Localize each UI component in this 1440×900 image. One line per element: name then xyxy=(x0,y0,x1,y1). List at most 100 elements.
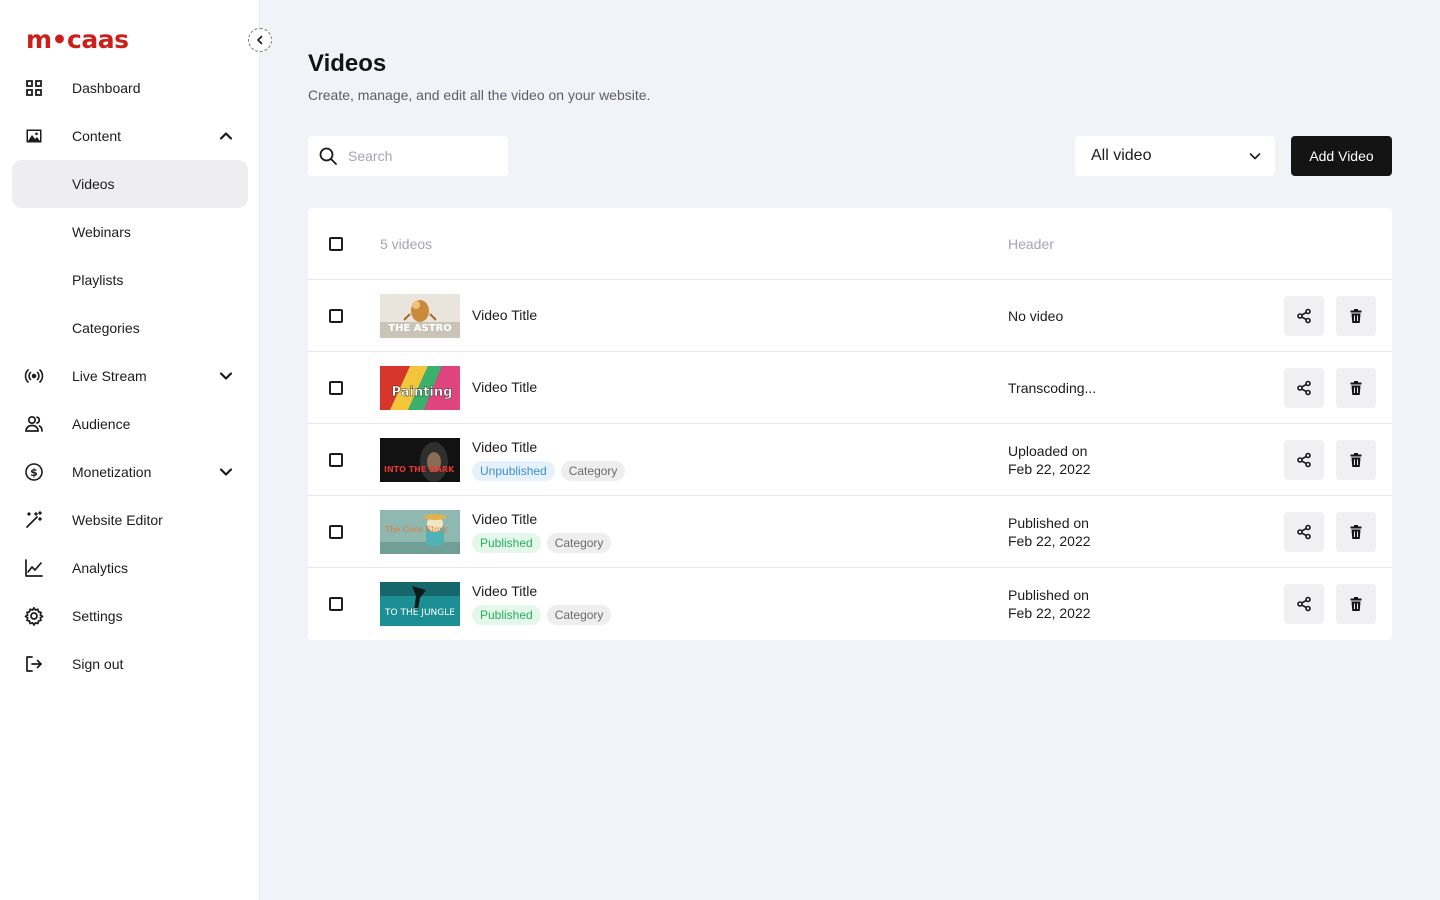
logo[interactable]: m•caas xyxy=(26,26,129,54)
chevron-left-icon xyxy=(255,35,265,45)
video-thumbnail[interactable]: THE ASTRO xyxy=(380,294,460,338)
search-icon xyxy=(318,146,338,166)
video-thumbnail[interactable]: The Coco Story xyxy=(380,510,460,554)
status-badge: Published xyxy=(472,533,541,553)
table-row[interactable]: INTO THE DARK Video Title Unpublished Ca… xyxy=(308,424,1392,496)
sidebar-item-label: Videos xyxy=(72,176,115,192)
video-status: No video xyxy=(1008,308,1064,324)
row-checkbox[interactable] xyxy=(329,597,343,611)
sidebar-item-content[interactable]: Content xyxy=(12,112,248,160)
delete-button[interactable] xyxy=(1336,512,1376,552)
delete-button[interactable] xyxy=(1336,296,1376,336)
thumbnail-text: Painting xyxy=(392,385,453,400)
video-title[interactable]: Video Title xyxy=(472,439,537,455)
share-button[interactable] xyxy=(1284,512,1324,552)
sidebar-item-label: Website Editor xyxy=(72,512,163,528)
video-count: 5 videos xyxy=(380,236,433,252)
row-checkbox[interactable] xyxy=(329,525,343,539)
status-label: Published on xyxy=(1008,587,1089,603)
sidebar-item-live-stream[interactable]: Live Stream xyxy=(12,352,248,400)
sidebar-item-label: Categories xyxy=(72,320,140,336)
category-badge: Category xyxy=(546,533,612,553)
trash-icon xyxy=(1348,452,1364,468)
sidebar-item-label: Live Stream xyxy=(72,368,147,384)
chevron-down-icon[interactable] xyxy=(216,462,236,482)
video-filter-select[interactable]: All video xyxy=(1075,136,1275,176)
row-checkbox[interactable] xyxy=(329,381,343,395)
sidebar-item-analytics[interactable]: Analytics xyxy=(12,544,248,592)
grid-icon xyxy=(24,78,44,98)
magic-wand-icon xyxy=(24,510,44,530)
status-date: Feb 22, 2022 xyxy=(1008,533,1091,549)
sidebar-item-sign-out[interactable]: Sign out xyxy=(12,640,248,688)
thumbnail-text: THE ASTRO xyxy=(388,323,451,334)
select-all-checkbox[interactable] xyxy=(329,237,343,251)
thumbnail-text: The Coco Story xyxy=(385,525,448,534)
sidebar-item-audience[interactable]: Audience xyxy=(12,400,248,448)
thumbnail-text: TO THE JUNGLE xyxy=(384,608,455,618)
sidebar-item-playlists[interactable]: Playlists xyxy=(12,256,248,304)
sidebar-item-label: Audience xyxy=(72,416,131,432)
video-thumbnail[interactable]: Painting xyxy=(380,366,460,410)
trash-icon xyxy=(1348,596,1364,612)
sidebar-item-label: Dashboard xyxy=(72,80,141,96)
video-thumbnail[interactable]: TO THE JUNGLE xyxy=(380,582,460,626)
chevron-down-icon xyxy=(1247,148,1263,164)
dollar-circle-icon: $ xyxy=(24,462,44,482)
video-title[interactable]: Video Title xyxy=(472,379,537,395)
delete-button[interactable] xyxy=(1336,368,1376,408)
sidebar-item-label: Webinars xyxy=(72,224,131,240)
sign-out-icon xyxy=(24,654,44,674)
chevron-up-icon[interactable] xyxy=(216,126,236,146)
page-subtitle: Create, manage, and edit all the video o… xyxy=(308,87,651,103)
trash-icon xyxy=(1348,308,1364,324)
video-status: Published on Feb 22, 2022 xyxy=(1008,514,1091,550)
share-button[interactable] xyxy=(1284,296,1324,336)
share-button[interactable] xyxy=(1284,440,1324,480)
image-icon xyxy=(24,126,44,146)
sidebar-item-dashboard[interactable]: Dashboard xyxy=(12,64,248,112)
table-row[interactable]: Painting Video Title Transcoding... xyxy=(308,352,1392,424)
sidebar-item-monetization[interactable]: $ Monetization xyxy=(12,448,248,496)
row-checkbox[interactable] xyxy=(329,453,343,467)
sidebar-item-webinars[interactable]: Webinars xyxy=(12,208,248,256)
sidebar-item-settings[interactable]: Settings xyxy=(12,592,248,640)
video-tags: Unpublished Category xyxy=(472,461,626,481)
table-row[interactable]: The Coco Story Video Title Published Cat… xyxy=(308,496,1392,568)
video-status: Published on Feb 22, 2022 xyxy=(1008,586,1091,622)
share-icon xyxy=(1296,308,1312,324)
sidebar-item-label: Settings xyxy=(72,608,123,624)
search-input[interactable] xyxy=(348,136,498,176)
sidebar-item-videos[interactable]: Videos xyxy=(12,160,248,208)
video-title[interactable]: Video Title xyxy=(472,307,537,323)
collapse-sidebar-button[interactable] xyxy=(248,28,272,52)
video-thumbnail[interactable]: INTO THE DARK xyxy=(380,438,460,482)
video-tags: Published Category xyxy=(472,533,612,553)
sidebar: m•caas Dashboard Content Videos Webinars… xyxy=(0,0,260,900)
video-title[interactable]: Video Title xyxy=(472,511,537,527)
chevron-down-icon[interactable] xyxy=(216,366,236,386)
category-badge: Category xyxy=(546,605,612,625)
delete-button[interactable] xyxy=(1336,584,1376,624)
status-label: Published on xyxy=(1008,515,1089,531)
sidebar-item-categories[interactable]: Categories xyxy=(12,304,248,352)
column-header: Header xyxy=(1008,236,1054,252)
row-checkbox[interactable] xyxy=(329,309,343,323)
add-video-button[interactable]: Add Video xyxy=(1291,136,1392,176)
share-button[interactable] xyxy=(1284,584,1324,624)
table-header: 5 videos Header xyxy=(308,208,1392,280)
search-box xyxy=(308,136,508,176)
trash-icon xyxy=(1348,380,1364,396)
status-badge: Published xyxy=(472,605,541,625)
video-title[interactable]: Video Title xyxy=(472,583,537,599)
delete-button[interactable] xyxy=(1336,440,1376,480)
sidebar-item-label: Content xyxy=(72,128,122,144)
share-button[interactable] xyxy=(1284,368,1324,408)
table-row[interactable]: THE ASTRO Video Title No video xyxy=(308,280,1392,352)
sidebar-item-website-editor[interactable]: Website Editor xyxy=(12,496,248,544)
share-icon xyxy=(1296,524,1312,540)
table-row[interactable]: TO THE JUNGLE Video Title Published Cate… xyxy=(308,568,1392,640)
status-badge: Unpublished xyxy=(472,461,555,481)
videos-table: 5 videos Header THE ASTRO Video Title No… xyxy=(308,208,1392,640)
sidebar-item-label: Sign out xyxy=(72,656,124,672)
